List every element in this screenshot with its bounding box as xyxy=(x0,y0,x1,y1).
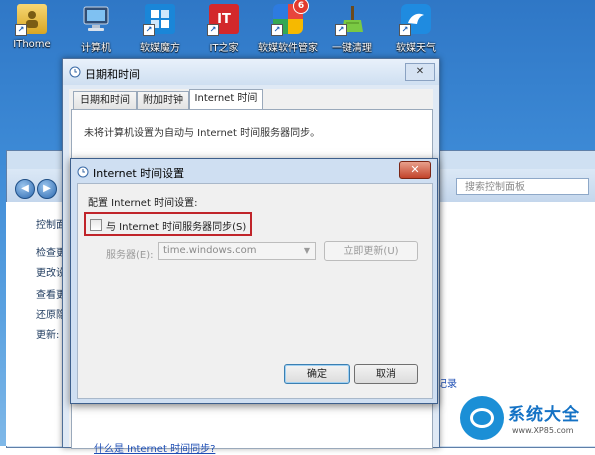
desktop-icon-label: 软媒软件管家 xyxy=(258,43,318,54)
tab-internet-time[interactable]: Internet 时间 xyxy=(189,89,263,110)
what-is-sync-link[interactable]: 什么是 Internet 时间同步? xyxy=(94,440,215,455)
desktop-icon-label: 软媒天气 xyxy=(396,43,436,54)
datetime-title: 日期和时间 xyxy=(85,68,140,81)
datetime-titlebar: 日期和时间 ✕ xyxy=(63,59,439,85)
server-value: time.windows.com xyxy=(163,245,257,256)
close-icon[interactable]: ✕ xyxy=(405,63,435,81)
sync-status-message: 未将计算机设置为自动与 Internet 时间服务器同步。 xyxy=(84,128,321,139)
forward-arrow-icon[interactable]: ▶ xyxy=(37,179,57,199)
weather-bird-icon: ↗ xyxy=(399,4,431,36)
software-manager-icon: 6 ↗ xyxy=(271,0,309,36)
desktop-icon-label: IThome xyxy=(13,39,51,50)
server-label: 服务器(E): xyxy=(106,250,154,261)
logo-icon xyxy=(460,396,504,440)
server-select[interactable]: time.windows.com ▼ xyxy=(158,242,316,260)
shortcut-arrow-icon: ↗ xyxy=(399,24,411,36)
computer-icon xyxy=(81,4,111,34)
sync-checkbox-label[interactable]: 与 Internet 时间服务器同步(S) xyxy=(106,218,246,233)
shortcut-arrow-icon: ↗ xyxy=(143,24,155,36)
cube-icon: ↗ xyxy=(143,4,175,36)
watermark-url: www.XP85.com xyxy=(512,426,574,435)
clock-icon xyxy=(69,66,81,78)
cancel-button[interactable]: 取消 xyxy=(354,364,418,384)
config-label: 配置 Internet 时间设置: xyxy=(88,198,198,209)
desktop-icon-computer[interactable]: 计算机 xyxy=(64,4,128,62)
desktop-icon-label: 软媒魔方 xyxy=(140,43,180,54)
chevron-down-icon: ▼ xyxy=(303,246,311,255)
dialog-body: 配置 Internet 时间设置: 与 Internet 时间服务器同步(S) … xyxy=(77,183,433,399)
ithome-logo-icon: IT ↗ xyxy=(207,4,239,36)
tab-date-and-time[interactable]: 日期和时间 xyxy=(73,91,137,110)
watermark-logo: 系统大全 www.XP85.com xyxy=(460,392,595,446)
control-panel-search-input[interactable]: 搜索控制面板 xyxy=(456,178,589,195)
shortcut-arrow-icon: ↗ xyxy=(207,24,219,36)
tab-additional-clocks[interactable]: 附加时钟 xyxy=(137,91,189,110)
shortcut-arrow-icon: ↗ xyxy=(271,24,283,36)
update-now-button[interactable]: 立即更新(U) xyxy=(324,241,418,261)
desktop-icon-label: 一键清理 xyxy=(332,43,372,54)
back-arrow-icon[interactable]: ◀ xyxy=(15,179,35,199)
internet-time-settings-dialog: Internet 时间设置 ✕ 配置 Internet 时间设置: 与 Inte… xyxy=(70,158,438,404)
ok-button[interactable]: 确定 xyxy=(284,364,350,384)
sidebar-item[interactable]: 更新: xyxy=(36,326,59,341)
desktop-icon-one-click-clean[interactable]: ↗ 一键清理 xyxy=(320,4,384,62)
clock-icon xyxy=(77,166,89,178)
desktop-icon-label: IT之家 xyxy=(209,43,239,54)
desktop-icon-ithome-app[interactable]: IT ↗ IT之家 xyxy=(192,4,256,62)
desktop-icon-rm-mofang[interactable]: ↗ 软媒魔方 xyxy=(128,4,192,62)
desktop-icon-weather[interactable]: ↗ 软媒天气 xyxy=(384,4,448,62)
shortcut-arrow-icon: ↗ xyxy=(335,24,347,36)
dialog-title: Internet 时间设置 xyxy=(93,167,185,180)
control-panel-link[interactable]: 记录 xyxy=(437,375,457,390)
dialog-titlebar: Internet 时间设置 ✕ xyxy=(71,159,437,183)
close-icon[interactable]: ✕ xyxy=(399,161,431,179)
shortcut-arrow-icon: ↗ xyxy=(15,24,27,36)
watermark-text: 系统大全 xyxy=(508,405,580,425)
broom-icon: ↗ xyxy=(335,4,367,36)
folder-icon: ↗ xyxy=(15,4,47,36)
desktop-icon-ithome[interactable]: ↗ IThome xyxy=(0,4,64,62)
notification-badge: 6 xyxy=(293,0,309,14)
desktop-icon-label: 计算机 xyxy=(81,43,111,54)
desktop-icon-software-manager[interactable]: 6 ↗ 软媒软件管家 xyxy=(256,0,320,62)
sync-checkbox[interactable] xyxy=(90,219,102,231)
